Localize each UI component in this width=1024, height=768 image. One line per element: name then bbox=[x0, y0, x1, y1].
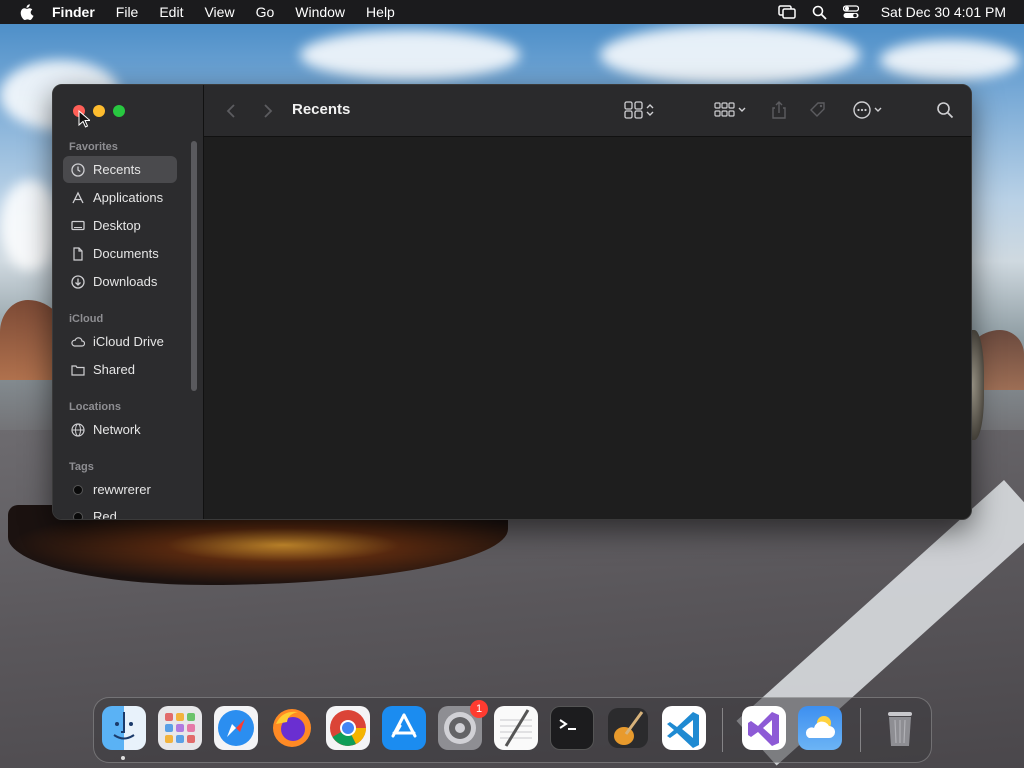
menu-go[interactable]: Go bbox=[256, 4, 275, 20]
download-icon bbox=[71, 274, 85, 289]
tag-color-dot bbox=[73, 484, 83, 495]
sidebar-item-label: Recents bbox=[93, 162, 141, 177]
sidebar-scrollbar[interactable] bbox=[191, 141, 197, 391]
finder-toolbar: Recents bbox=[203, 85, 971, 137]
sidebar-item-label: rewwrerer bbox=[93, 482, 151, 497]
menu-bar: Finder File Edit View Go Window Help Sat… bbox=[0, 0, 1024, 24]
menu-window[interactable]: Window bbox=[295, 4, 345, 20]
sidebar-item-desktop[interactable]: Desktop bbox=[63, 212, 177, 239]
tag-color-dot bbox=[73, 511, 83, 519]
notification-badge: 1 bbox=[470, 700, 488, 718]
share-button[interactable] bbox=[770, 99, 788, 121]
sidebar-item-label: Desktop bbox=[93, 218, 141, 233]
chrome-icon[interactable] bbox=[326, 706, 370, 750]
sidebar-item-downloads[interactable]: Downloads bbox=[63, 268, 177, 295]
more-actions-button[interactable] bbox=[852, 99, 884, 121]
sidebar-item-label: Documents bbox=[93, 246, 159, 261]
sidebar-item-label: Applications bbox=[93, 190, 164, 205]
menubar-clock[interactable]: Sat Dec 30 4:01 PM bbox=[881, 4, 1006, 20]
sidebar-item-recents[interactable]: Recents bbox=[63, 156, 177, 183]
sidebar-item-label: Downloads bbox=[93, 274, 158, 289]
sidebar-item-documents[interactable]: Documents bbox=[63, 240, 177, 267]
sidebar-section-locations: Locations bbox=[69, 401, 121, 413]
spotlight-search-icon[interactable] bbox=[812, 5, 827, 20]
desktop-icon bbox=[71, 220, 85, 230]
globe-icon bbox=[71, 422, 85, 437]
document-icon bbox=[73, 246, 83, 261]
weather-icon[interactable] bbox=[798, 706, 842, 750]
dock-separator bbox=[722, 708, 723, 752]
sidebar-section-favorites: Favorites bbox=[69, 141, 118, 153]
menu-help[interactable]: Help bbox=[366, 4, 395, 20]
dock: 1 bbox=[93, 697, 932, 763]
trash-icon[interactable] bbox=[878, 706, 922, 750]
chevron-down-icon bbox=[874, 107, 882, 112]
launchpad-icon[interactable] bbox=[158, 706, 202, 750]
menu-edit[interactable]: Edit bbox=[159, 4, 183, 20]
shared-folder-icon bbox=[71, 364, 85, 376]
tags-button[interactable] bbox=[808, 99, 828, 121]
visual-studio-icon[interactable] bbox=[742, 706, 786, 750]
cloud-icon bbox=[71, 336, 85, 347]
sidebar-item-icloud-drive[interactable]: iCloud Drive bbox=[63, 328, 177, 355]
minimize-window-button[interactable] bbox=[93, 105, 105, 117]
finder-window: Favorites Recents Applications Desktop D… bbox=[52, 84, 972, 520]
menu-finder[interactable]: Finder bbox=[52, 4, 95, 20]
view-mode-button[interactable] bbox=[624, 99, 656, 121]
menu-file[interactable]: File bbox=[116, 4, 139, 20]
finder-content-area[interactable] bbox=[203, 137, 971, 519]
sidebar-item-label: iCloud Drive bbox=[93, 334, 164, 349]
system-settings-icon[interactable]: 1 bbox=[438, 700, 488, 750]
sidebar-item-applications[interactable]: Applications bbox=[63, 184, 177, 211]
app-store-icon[interactable] bbox=[382, 706, 426, 750]
sidebar-item-network[interactable]: Network bbox=[63, 416, 177, 443]
share-icon bbox=[772, 101, 786, 119]
window-title: Recents bbox=[292, 101, 351, 118]
sidebar-section-tags: Tags bbox=[69, 461, 94, 473]
clock-icon bbox=[71, 162, 85, 177]
chevron-down-icon bbox=[738, 107, 746, 112]
garageband-icon[interactable] bbox=[606, 706, 650, 750]
search-button[interactable] bbox=[936, 99, 954, 121]
sidebar-item-tag-red[interactable]: Red bbox=[63, 503, 177, 520]
group-button[interactable] bbox=[714, 99, 748, 121]
sidebar-item-label: Red bbox=[93, 509, 117, 520]
ellipsis-circle-icon bbox=[853, 101, 871, 119]
dock-separator bbox=[860, 708, 861, 752]
sidebar-item-label: Network bbox=[93, 422, 141, 437]
applications-icon bbox=[72, 191, 84, 203]
sidebar-item-shared[interactable]: Shared bbox=[63, 356, 177, 383]
finder-icon[interactable] bbox=[102, 706, 146, 750]
back-chevron-icon[interactable] bbox=[222, 101, 242, 121]
search-icon bbox=[937, 102, 954, 119]
group-grid-icon bbox=[714, 102, 735, 117]
mouse-cursor-icon bbox=[78, 110, 90, 128]
apple-icon[interactable] bbox=[20, 4, 34, 20]
icon-grid-icon bbox=[624, 101, 643, 119]
control-center-icon[interactable] bbox=[842, 5, 859, 19]
tag-icon bbox=[810, 102, 825, 117]
vscode-icon[interactable] bbox=[662, 706, 706, 750]
sidebar-item-label: Shared bbox=[93, 362, 135, 377]
zoom-window-button[interactable] bbox=[113, 105, 125, 117]
sidebar-section-icloud: iCloud bbox=[69, 313, 104, 325]
terminal-icon[interactable] bbox=[550, 706, 594, 750]
forward-chevron-icon[interactable] bbox=[257, 101, 277, 121]
screen-mirroring-icon[interactable] bbox=[777, 5, 796, 19]
up-down-chevron-icon bbox=[646, 104, 654, 116]
firefox-icon[interactable] bbox=[270, 706, 314, 750]
sidebar-item-tag-rewwrerer[interactable]: rewwrerer bbox=[63, 476, 177, 503]
finder-sidebar: Favorites Recents Applications Desktop D… bbox=[53, 85, 203, 520]
safari-icon[interactable] bbox=[214, 706, 258, 750]
running-indicator bbox=[121, 756, 125, 760]
menu-view[interactable]: View bbox=[204, 4, 234, 20]
textedit-icon[interactable] bbox=[494, 706, 538, 750]
